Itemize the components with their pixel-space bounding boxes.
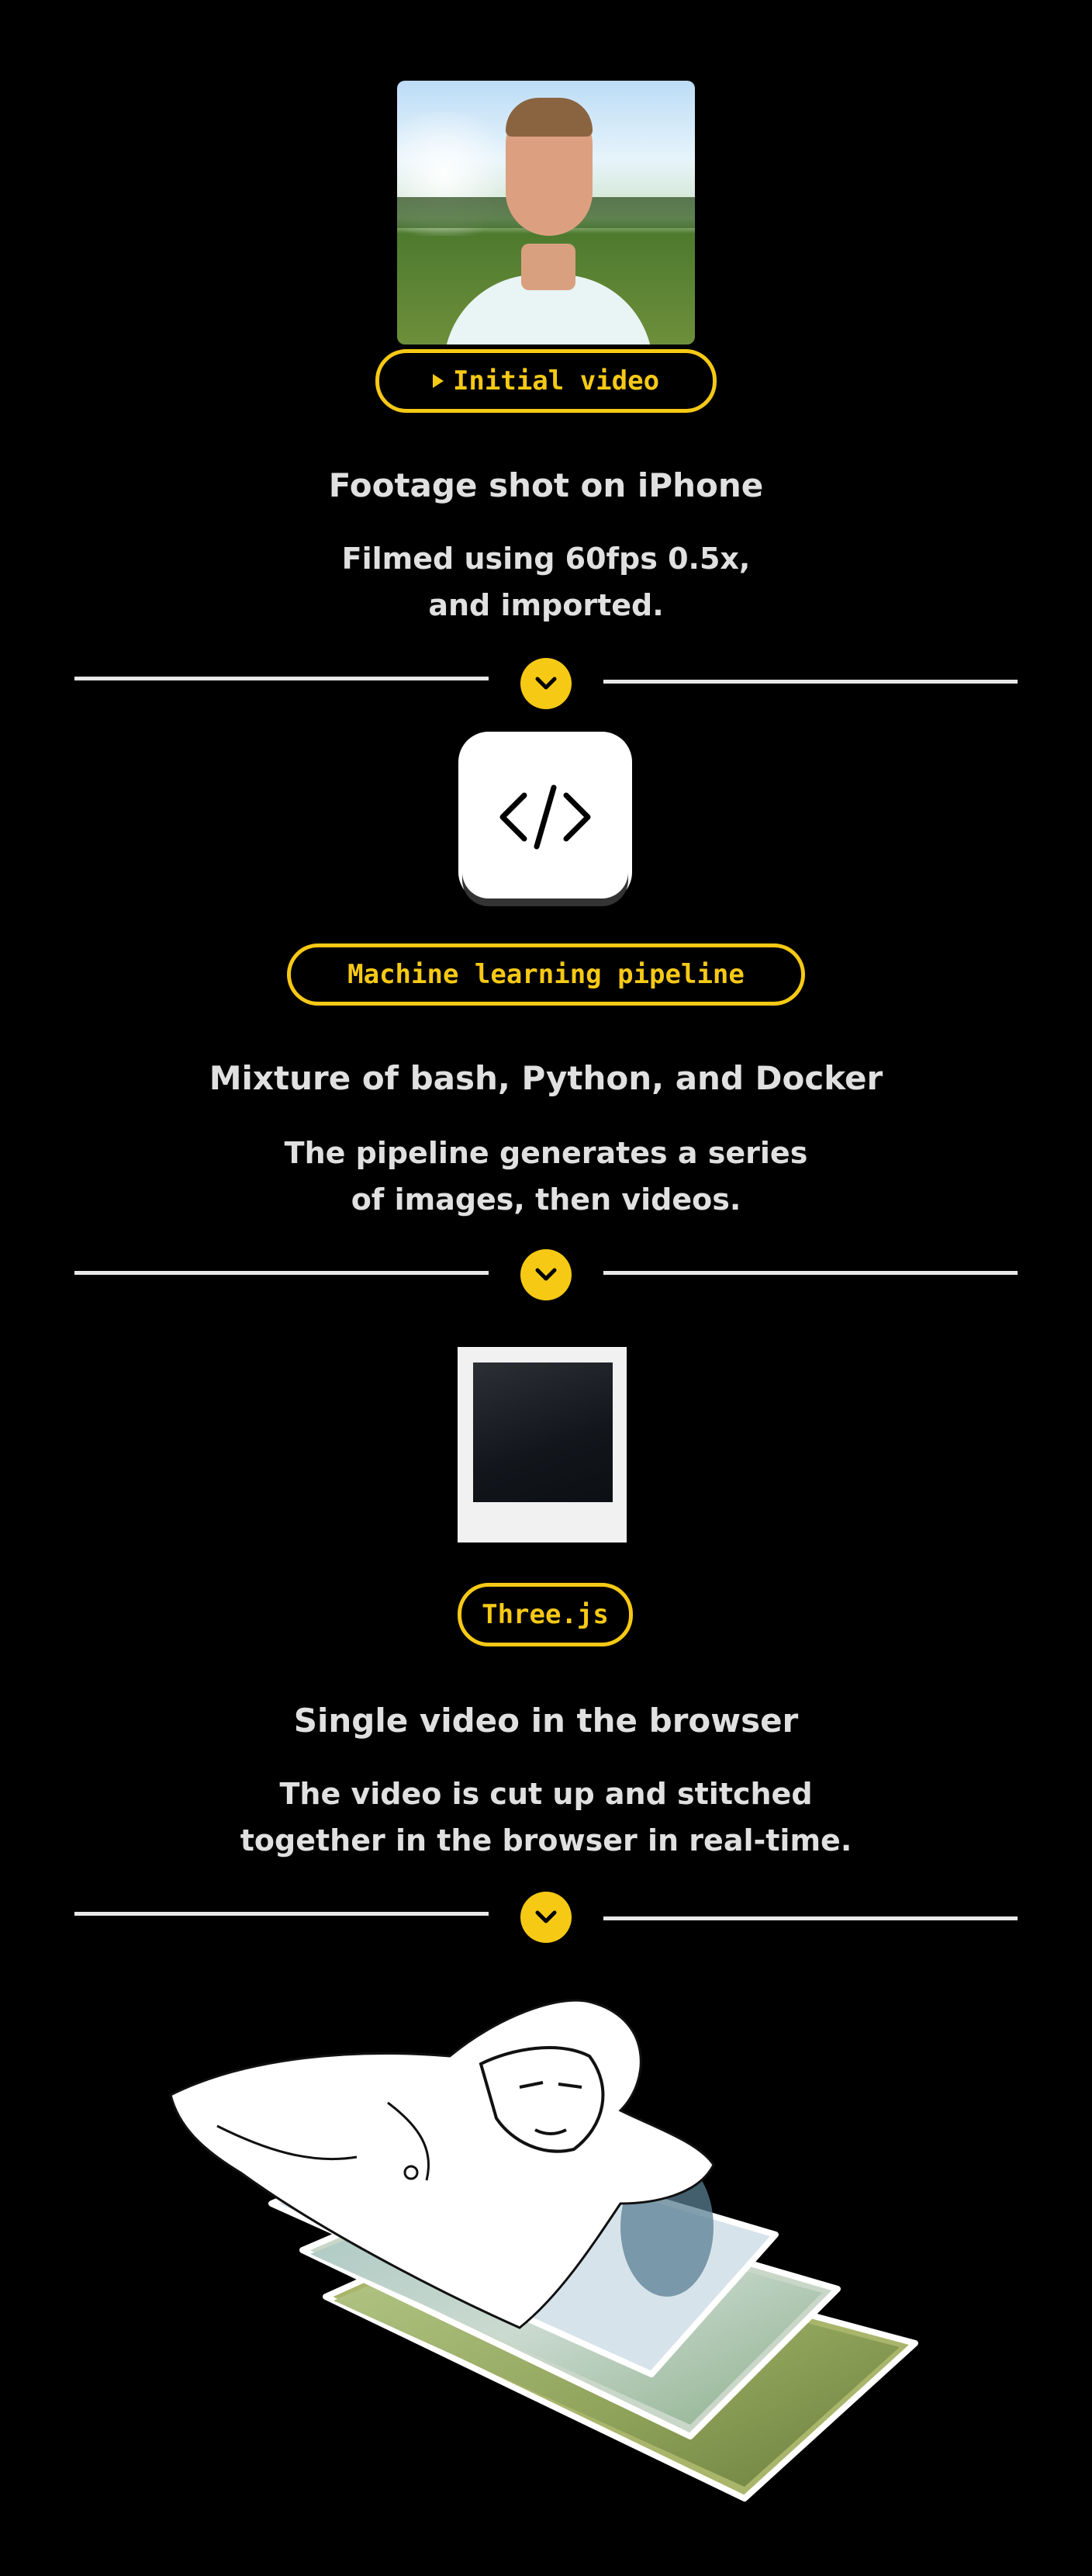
step3-title: Single video in the browser (293, 1702, 799, 1740)
chevron-down-icon (520, 1249, 572, 1300)
thumb-neck (521, 244, 575, 290)
step1-desc-line2: and imported. (428, 588, 664, 622)
initial-video-badge[interactable]: Initial video (375, 349, 717, 413)
divider-left-2 (74, 1271, 489, 1275)
layers-graphic (169, 1999, 918, 2502)
chevron-down-icon (520, 658, 572, 709)
play-icon (432, 374, 444, 388)
code-icon (462, 736, 628, 898)
divider-left-1 (74, 677, 489, 680)
step2-desc-line2: of images, then videos. (351, 1182, 741, 1217)
polaroid-photo (473, 1362, 613, 1502)
divider-left-3 (74, 1912, 489, 1916)
thumb-hair (506, 98, 593, 137)
divider-right-1 (603, 680, 1018, 684)
step2-title: Mixture of bash, Python, and Docker (209, 1059, 883, 1097)
layered-composition-illustration (155, 1971, 931, 2514)
initial-video-thumbnail[interactable] (397, 81, 695, 345)
polaroid-image (458, 1347, 627, 1542)
divider-right-2 (603, 1271, 1018, 1275)
step1-title: Footage shot on iPhone (328, 466, 764, 504)
initial-video-badge-label: Initial video (452, 365, 660, 396)
ml-pipeline-badge[interactable]: Machine learning pipeline (287, 943, 805, 1006)
step3-desc-line2: together in the browser in real-time. (240, 1823, 852, 1858)
chevron-down-icon (520, 1892, 572, 1943)
divider-right-3 (603, 1916, 1018, 1920)
threejs-badge-label: Three.js (482, 1599, 609, 1630)
step1-desc-line1: Filmed using 60fps 0.5x, (341, 542, 751, 576)
step2-desc-line1: The pipeline generates a series (284, 1136, 808, 1170)
step3-desc-line1: The video is cut up and stitched (279, 1777, 813, 1811)
threejs-badge[interactable]: Three.js (458, 1583, 633, 1646)
ml-pipeline-badge-label: Machine learning pipeline (347, 959, 745, 990)
